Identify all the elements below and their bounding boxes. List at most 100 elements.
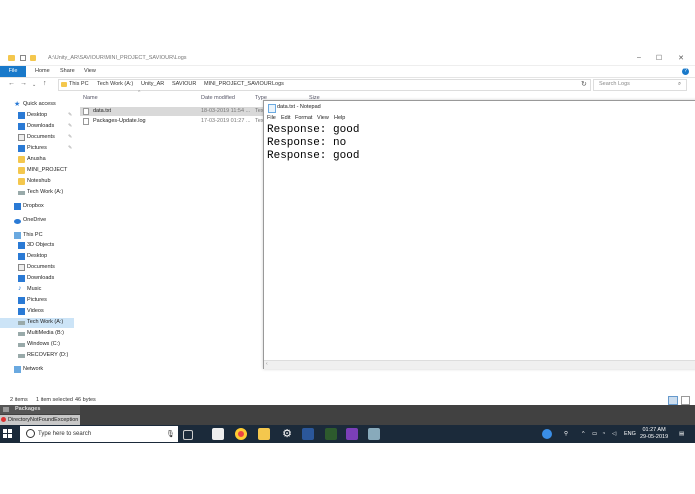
- wifi-app-icon[interactable]: [542, 429, 552, 439]
- microphone-icon[interactable]: 🎙: [166, 430, 175, 438]
- maximize-button[interactable]: ☐: [652, 54, 666, 62]
- tab-share[interactable]: Share: [60, 68, 75, 74]
- drive-icon: [18, 354, 25, 358]
- new-folder-icon[interactable]: [30, 55, 36, 61]
- selection-count: 1 item selected: [36, 397, 73, 403]
- details-view-icon[interactable]: [668, 396, 678, 405]
- breadcrumb-logs[interactable]: Logs: [272, 81, 284, 87]
- drive-icon: [18, 321, 25, 325]
- settings-gear-icon[interactable]: ⚙: [281, 428, 293, 440]
- up-arrow-icon[interactable]: ↑: [43, 80, 47, 87]
- menu-view[interactable]: View: [317, 115, 329, 121]
- search-input[interactable]: Search Logs ⌕: [593, 79, 687, 91]
- videos-icon: [18, 308, 25, 315]
- sidebar-item-pc-documents[interactable]: Documents: [0, 263, 74, 273]
- sidebar-item-documents[interactable]: Documents ✎: [0, 133, 74, 143]
- sidebar-item-pc-pictures[interactable]: Pictures: [0, 296, 74, 306]
- pin-icon: ✎: [68, 145, 73, 151]
- menu-format[interactable]: Format: [295, 115, 312, 121]
- breadcrumb-unity-ar[interactable]: Unity_AR: [141, 81, 164, 87]
- tab-view[interactable]: View: [84, 68, 96, 74]
- notepad-window[interactable]: data.txt - Notepad File Edit Format View…: [263, 100, 695, 369]
- chevron-down-icon[interactable]: ⌄: [32, 82, 36, 88]
- word-icon[interactable]: [302, 428, 314, 440]
- notifications-icon[interactable]: ▤: [679, 431, 684, 437]
- properties-icon[interactable]: [20, 55, 26, 61]
- pin-icon: ✎: [68, 123, 73, 129]
- taskbar-clock[interactable]: 01:27 AM 29-05-2019: [640, 427, 668, 441]
- sidebar-item-tech-work[interactable]: Tech Work (A:): [0, 318, 74, 328]
- file-explorer-icon[interactable]: [258, 428, 270, 440]
- sidebar-item-recovery[interactable]: RECOVERY (D:): [0, 351, 74, 361]
- sidebar-item-quick-access[interactable]: ★ Quick access: [0, 100, 74, 110]
- sidebar-item-mini-project[interactable]: MINI_PROJECT: [0, 166, 74, 176]
- windows-start-icon[interactable]: [3, 429, 13, 439]
- sidebar-item-multimedia[interactable]: MultiMedia (B:): [0, 329, 74, 339]
- file-row-packages-update[interactable]: Packages-Update.log 17-03-2019 01:27 ...…: [80, 117, 265, 126]
- refresh-icon[interactable]: ↻: [581, 80, 587, 88]
- visual-studio-icon[interactable]: [346, 428, 358, 440]
- language-indicator[interactable]: ENG: [624, 431, 636, 437]
- menu-file[interactable]: File: [267, 115, 276, 121]
- sidebar-item-network[interactable]: Network: [0, 365, 74, 375]
- breadcrumb-this-pc[interactable]: This PC: [69, 81, 89, 87]
- network-tray-icon[interactable]: ◔: [602, 431, 605, 437]
- sort-indicator-icon: ^: [138, 90, 141, 96]
- forward-arrow-icon[interactable]: →: [20, 80, 27, 87]
- store-icon[interactable]: [212, 428, 224, 440]
- sidebar-item-onedrive[interactable]: OneDrive: [0, 216, 74, 226]
- close-button[interactable]: ✕: [674, 54, 688, 62]
- sidebar-item-this-pc[interactable]: This PC: [0, 231, 74, 241]
- tab-file[interactable]: File: [0, 66, 26, 77]
- column-name[interactable]: Name: [83, 95, 98, 101]
- taskbar-search-input[interactable]: Type here to search 🎙: [20, 426, 178, 442]
- sidebar-item-downloads[interactable]: Downloads ✎: [0, 122, 74, 132]
- sidebar-item-noteshub[interactable]: Noteshub: [0, 177, 74, 187]
- notepad-menu-bar: File Edit Format View Help: [264, 114, 695, 123]
- menu-edit[interactable]: Edit: [281, 115, 290, 121]
- breadcrumb-mini-project-saviour[interactable]: MINI_PROJECT_SAVIOUR: [204, 81, 272, 87]
- horizontal-scrollbar[interactable]: ‹: [264, 360, 695, 369]
- sidebar-item-videos[interactable]: Videos: [0, 307, 74, 317]
- large-icons-view-icon[interactable]: [681, 396, 690, 405]
- chrome-icon[interactable]: [235, 428, 247, 440]
- notepad-taskbar-icon[interactable]: [368, 428, 380, 440]
- sidebar-item-pictures[interactable]: Pictures ✎: [0, 144, 74, 154]
- sidebar-item-pc-desktop[interactable]: Desktop: [0, 252, 74, 262]
- column-date-modified[interactable]: Date modified: [201, 95, 235, 101]
- error-icon: [1, 417, 6, 422]
- sidebar-item-windows[interactable]: Windows (C:): [0, 340, 74, 350]
- minimize-button[interactable]: –: [632, 54, 646, 61]
- sidebar-item-label: Dropbox: [23, 203, 44, 209]
- sidebar-item-dropbox[interactable]: Dropbox: [0, 202, 74, 212]
- scroll-left-icon[interactable]: ‹: [266, 361, 268, 367]
- media-player-icon[interactable]: [325, 428, 337, 440]
- drive-icon: [18, 343, 25, 347]
- sidebar-item-pc-downloads[interactable]: Downloads: [0, 274, 74, 284]
- battery-icon[interactable]: ▭: [592, 431, 597, 437]
- sidebar-item-anusha[interactable]: Anusha: [0, 155, 74, 165]
- breadcrumb-saviour[interactable]: SAVIOUR: [172, 81, 196, 87]
- back-arrow-icon[interactable]: ←: [8, 80, 15, 87]
- folder-icon: [3, 407, 9, 412]
- console-error-bar[interactable]: DirectoryNotFoundException: [0, 415, 80, 425]
- show-hidden-icons-icon[interactable]: ^: [582, 431, 585, 437]
- file-row-data-txt[interactable]: data.txt 18-03-2019 11:54 ... Tex: [80, 107, 265, 116]
- sidebar-item-desktop[interactable]: Desktop ✎: [0, 111, 74, 121]
- pictures-icon: [18, 297, 25, 304]
- downloads-icon: [18, 275, 25, 282]
- people-icon[interactable]: ⚲: [564, 431, 568, 437]
- sidebar-item-music[interactable]: ♪ Music: [0, 285, 74, 295]
- sidebar-item-3d-objects[interactable]: 3D Objects: [0, 241, 74, 251]
- volume-icon[interactable]: ◁: [612, 431, 616, 437]
- breadcrumb-tech-work[interactable]: Tech Work (A:): [97, 81, 133, 87]
- sidebar-item-tech-work-quick[interactable]: Tech Work (A:): [0, 188, 74, 198]
- notepad-text-area[interactable]: Response: good Response: no Response: go…: [267, 124, 687, 360]
- sidebar-item-label: Music: [27, 286, 42, 292]
- packages-tab[interactable]: Packages: [0, 405, 80, 414]
- sidebar-item-label: This PC: [23, 232, 43, 238]
- tab-home[interactable]: Home: [35, 68, 50, 74]
- menu-help[interactable]: Help: [334, 115, 345, 121]
- task-view-icon[interactable]: [183, 430, 193, 440]
- help-icon[interactable]: ?: [682, 68, 689, 75]
